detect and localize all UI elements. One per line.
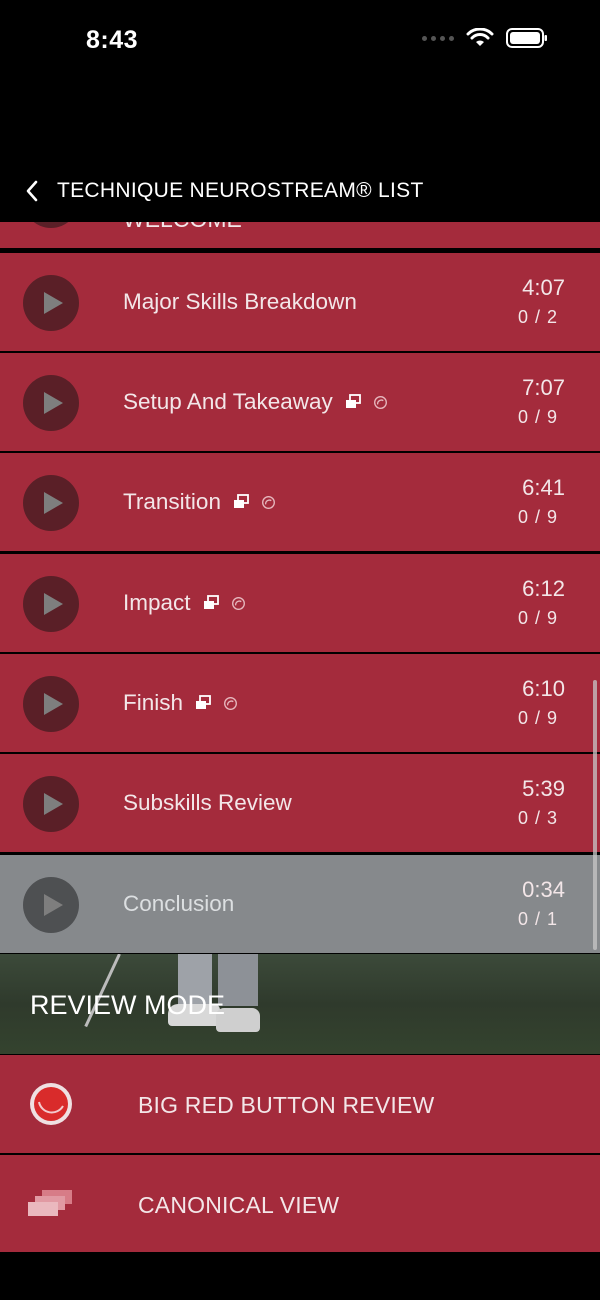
canonical-view-label: CANONICAL VIEW bbox=[138, 1192, 340, 1218]
stack-icon bbox=[196, 695, 211, 709]
list-item-title: Subskills Review bbox=[123, 790, 292, 815]
wifi-icon bbox=[466, 28, 494, 46]
item-duration: 5:39 bbox=[522, 776, 565, 801]
play-icon[interactable] bbox=[23, 676, 79, 732]
canonical-view[interactable]: CANONICAL VIEW bbox=[0, 1155, 600, 1253]
item-duration: 6:10 bbox=[522, 676, 565, 701]
list-item-title: WELCOME bbox=[123, 222, 242, 233]
list-item-title: Finish bbox=[123, 690, 238, 716]
play-icon[interactable] bbox=[23, 877, 79, 933]
list-item-title: Setup And Takeaway bbox=[123, 389, 388, 415]
page-title: TECHNIQUE NEUROSTREAM® LIST bbox=[57, 179, 424, 202]
play-icon[interactable] bbox=[23, 475, 79, 531]
stack-icon bbox=[233, 494, 249, 508]
spiral-icon bbox=[262, 495, 275, 509]
list-item-title: Impact bbox=[123, 590, 246, 616]
list-item-title: Transition bbox=[123, 489, 276, 515]
big-red-button-icon bbox=[30, 1083, 72, 1125]
battery-icon bbox=[506, 28, 547, 48]
item-progress: 0 / 9 bbox=[517, 507, 558, 527]
item-duration: 7:07 bbox=[522, 375, 565, 400]
review-mode-title: REVIEW MODE bbox=[30, 990, 226, 1020]
list-item-welcome[interactable]: WELCOME bbox=[0, 222, 600, 248]
item-progress: 0 / 9 bbox=[517, 608, 558, 628]
big-red-button-label: BIG RED BUTTON REVIEW bbox=[138, 1092, 435, 1118]
status-time: 8:43 bbox=[86, 26, 139, 54]
bottom-safe-area bbox=[0, 1252, 600, 1300]
item-duration: 6:41 bbox=[522, 475, 565, 500]
list-item-title: Major Skills Breakdown bbox=[123, 289, 357, 314]
play-icon[interactable] bbox=[23, 576, 79, 632]
cellular-signal-icon bbox=[422, 35, 454, 41]
review-mode-header: REVIEW MODE bbox=[0, 954, 600, 1054]
big-red-button-review[interactable]: BIG RED BUTTON REVIEW bbox=[0, 1055, 600, 1153]
item-duration: 0:34 bbox=[522, 877, 565, 902]
play-icon[interactable] bbox=[23, 375, 79, 431]
play-icon[interactable] bbox=[23, 776, 79, 832]
nav-bar: TECHNIQUE NEUROSTREAM® LIST bbox=[0, 160, 600, 222]
status-bar: 8:43 bbox=[0, 0, 600, 80]
back-chevron-icon[interactable] bbox=[20, 178, 46, 204]
scrollbar[interactable] bbox=[593, 680, 597, 950]
item-duration: 6:12 bbox=[522, 576, 565, 601]
item-progress: 0 / 9 bbox=[517, 407, 558, 427]
spiral-icon bbox=[231, 596, 245, 610]
item-progress: 0 / 1 bbox=[517, 909, 558, 929]
stack-icon bbox=[345, 394, 361, 408]
list-item[interactable]: Impact 6:12 0 / 9 bbox=[0, 554, 600, 652]
list-item-title: Conclusion bbox=[123, 891, 235, 916]
list-item[interactable]: Subskills Review 5:39 0 / 3 bbox=[0, 754, 600, 852]
list-item[interactable]: Conclusion 0:34 0 / 1 bbox=[0, 855, 600, 953]
list-item[interactable]: Major Skills Breakdown 4:07 0 / 2 bbox=[0, 253, 600, 351]
play-icon[interactable] bbox=[23, 222, 79, 228]
item-progress: 0 / 9 bbox=[517, 708, 558, 728]
item-progress: 0 / 2 bbox=[517, 307, 558, 327]
list-item[interactable]: Transition 6:41 0 / 9 bbox=[0, 453, 600, 551]
spiral-icon bbox=[224, 696, 237, 710]
item-progress: 0 / 3 bbox=[517, 808, 558, 828]
stack-icon bbox=[203, 595, 219, 609]
play-icon[interactable] bbox=[23, 275, 79, 331]
canonical-view-icon bbox=[28, 1190, 72, 1216]
list-item[interactable]: Finish 6:10 0 / 9 bbox=[0, 654, 600, 752]
spiral-icon bbox=[373, 395, 387, 409]
item-duration: 4:07 bbox=[522, 275, 565, 300]
status-icons bbox=[422, 28, 548, 48]
lesson-list[interactable]: WELCOME Major Skills Breakdown 4:07 0 / … bbox=[0, 222, 600, 954]
list-item[interactable]: Setup And Takeaway 7:07 0 / 9 bbox=[0, 353, 600, 451]
